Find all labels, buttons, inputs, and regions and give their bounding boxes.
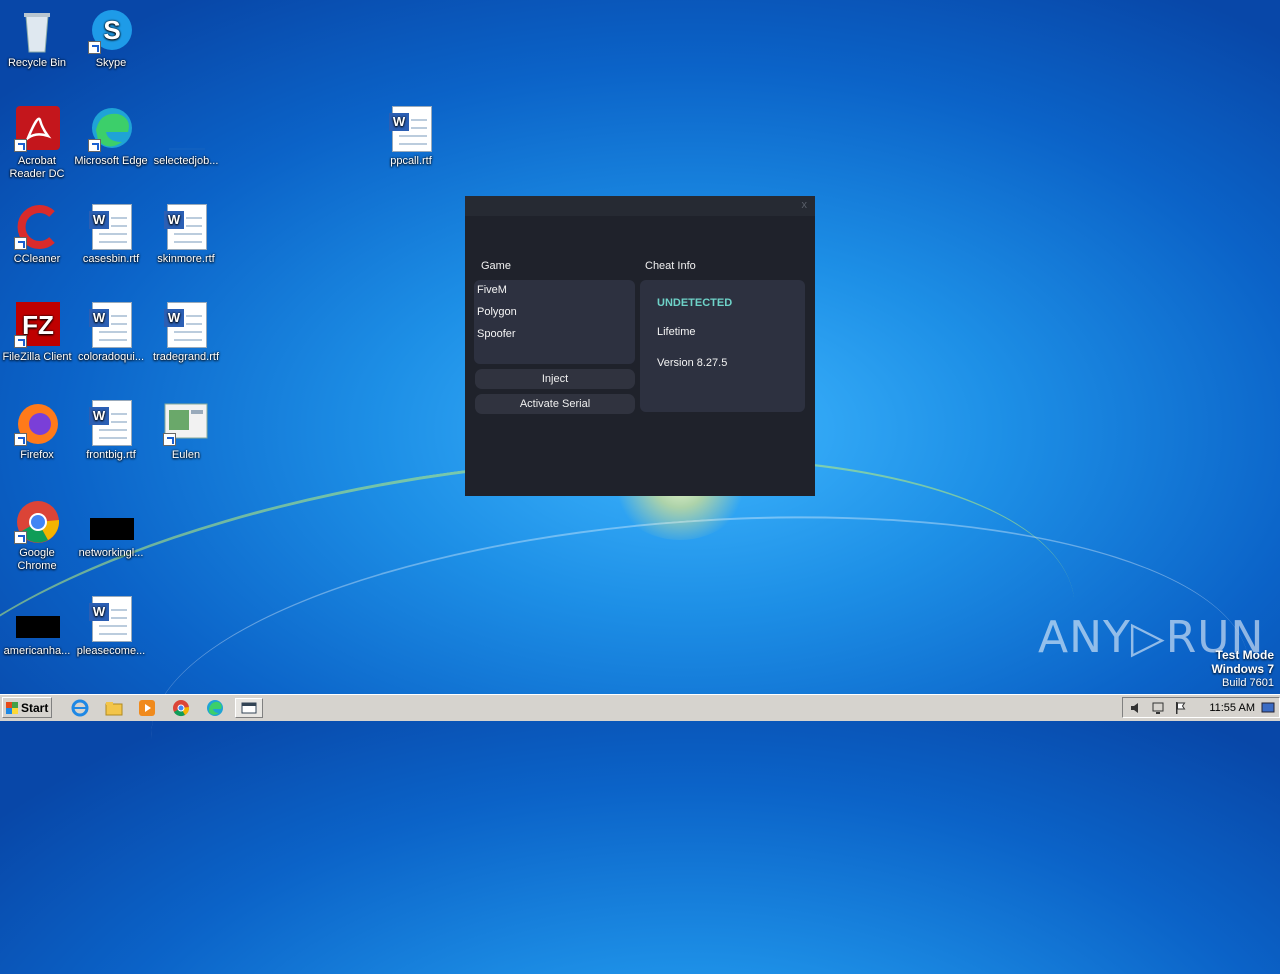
shortcut-arrow-icon [14, 433, 27, 446]
shortcut-arrow-icon [14, 335, 27, 348]
desktop-icon-selectedjob[interactable]: selectedjob... [149, 106, 223, 168]
system-tray: 11:55 AM [1122, 697, 1280, 718]
cheat-info-title: Cheat Info [645, 260, 696, 272]
game-item-polygon[interactable]: Polygon [477, 306, 517, 318]
active-app-taskbar-button[interactable] [235, 698, 263, 718]
word-document-icon: W [88, 204, 134, 250]
chrome-taskbar-icon[interactable] [171, 698, 191, 718]
network-icon[interactable] [1151, 701, 1165, 715]
desktop-icon-firefox[interactable]: Firefox [0, 400, 74, 462]
black-file-icon [14, 596, 60, 642]
inject-button[interactable]: Inject [475, 369, 635, 389]
ccleaner-icon [14, 204, 60, 250]
game-section-title: Game [481, 260, 511, 272]
taskbar: Start 11:55 AM [0, 694, 1280, 721]
desktop-icon-networkingl[interactable]: networkingl... [74, 498, 148, 560]
desktop-icon-coloradoqui[interactable]: W coloradoqui... [74, 302, 148, 364]
desktop-icon-acrobat[interactable]: Acrobat Reader DC [0, 106, 74, 181]
start-button[interactable]: Start [2, 697, 52, 718]
chrome-icon [14, 498, 60, 544]
shortcut-arrow-icon [88, 41, 101, 54]
desktop-icon-skinmore[interactable]: W skinmore.rtf [149, 204, 223, 266]
license-label: Lifetime [657, 326, 696, 338]
acrobat-icon [14, 106, 60, 152]
desktop-icon-americanha[interactable]: americanha... [0, 596, 74, 658]
game-item-spoofer[interactable]: Spoofer [477, 328, 516, 340]
application-window-icon [163, 400, 209, 446]
recycle-bin-icon [14, 8, 60, 54]
windows-logo-icon [6, 702, 18, 714]
edge-taskbar-icon[interactable] [205, 698, 225, 718]
edge-icon [88, 106, 134, 152]
test-mode-label: Test Mode [1215, 648, 1274, 662]
blank-file-icon [163, 106, 209, 152]
desktop-icon-ccleaner[interactable]: CCleaner [0, 204, 74, 266]
internet-explorer-icon[interactable] [70, 698, 90, 718]
activate-serial-button[interactable]: Activate Serial [475, 394, 635, 414]
desktop-icon-frontbig[interactable]: W frontbig.rtf [74, 400, 148, 462]
firefox-icon [14, 400, 60, 446]
shortcut-arrow-icon [163, 433, 176, 446]
action-center-flag-icon[interactable] [1173, 701, 1187, 715]
volume-icon[interactable] [1129, 701, 1143, 715]
os-label: Windows 7 [1211, 662, 1274, 676]
word-document-icon: W [163, 302, 209, 348]
clock[interactable]: 11:55 AM [1209, 702, 1255, 714]
close-button[interactable]: x [802, 199, 808, 211]
window-titlebar[interactable]: x [465, 196, 815, 216]
desktop-icon-eulen[interactable]: Eulen [149, 400, 223, 462]
desktop-icon-casesbin[interactable]: W casesbin.rtf [74, 204, 148, 266]
word-document-icon: W [88, 400, 134, 446]
build-label: Build 7601 [1222, 677, 1274, 689]
skype-icon: S [88, 8, 134, 54]
file-explorer-icon[interactable] [104, 698, 124, 718]
status-badge: UNDETECTED [657, 297, 733, 309]
desktop-icon-filezilla[interactable]: FZ FileZilla Client [0, 302, 74, 364]
shortcut-arrow-icon [14, 531, 27, 544]
shortcut-arrow-icon [14, 237, 27, 250]
filezilla-icon: FZ [14, 302, 60, 348]
show-desktop-icon[interactable] [1261, 701, 1275, 715]
desktop-icon-pleasecome[interactable]: W pleasecome... [74, 596, 148, 658]
version-label: Version 8.27.5 [657, 357, 728, 369]
desktop-icon-chrome[interactable]: Google Chrome [0, 498, 74, 573]
word-document-icon: W [88, 596, 134, 642]
word-document-icon: W [388, 106, 434, 152]
word-document-icon: W [163, 204, 209, 250]
game-item-fivem[interactable]: FiveM [477, 284, 507, 296]
desktop-icon-tradegrand[interactable]: W tradegrand.rtf [149, 302, 223, 364]
svg-text:S: S [103, 15, 120, 45]
desktop-icon-recycle-bin[interactable]: Recycle Bin [0, 8, 74, 70]
cheat-loader-window: x Game FiveM Polygon Spoofer Inject Acti… [465, 196, 815, 496]
black-file-icon [88, 498, 134, 544]
test-mode-notice: Test Mode Windows 7 Build 7601 [1211, 648, 1274, 690]
desktop-icon-edge[interactable]: Microsoft Edge [74, 106, 148, 168]
word-document-icon: W [88, 302, 134, 348]
media-player-icon[interactable] [137, 698, 157, 718]
desktop-icon-skype[interactable]: S Skype [74, 8, 148, 70]
shortcut-arrow-icon [88, 139, 101, 152]
desktop-icon-ppcall[interactable]: W ppcall.rtf [374, 106, 448, 168]
shortcut-arrow-icon [14, 139, 27, 152]
